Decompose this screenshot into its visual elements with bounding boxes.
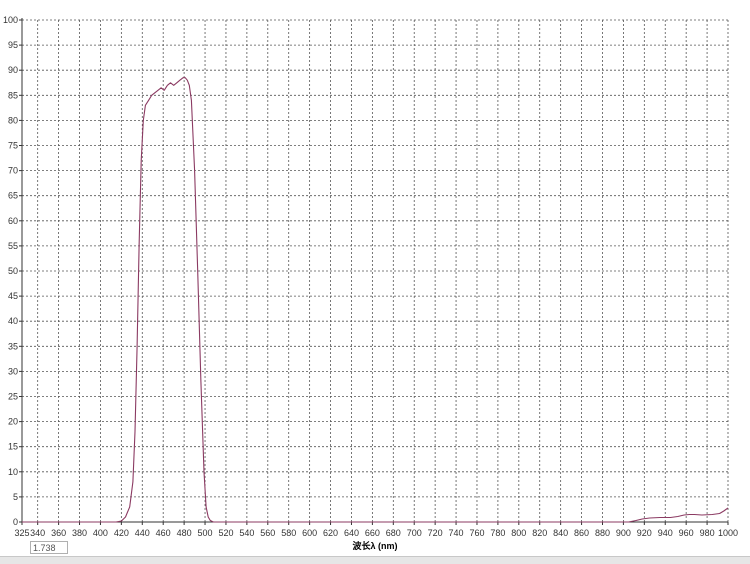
x-tick-label: 700	[407, 528, 422, 538]
y-tick-label: 80	[8, 115, 18, 125]
y-tick-label: 35	[8, 341, 18, 351]
x-tick-label: 760	[469, 528, 484, 538]
x-tick-label: 800	[511, 528, 526, 538]
series-line	[22, 77, 729, 523]
y-tick-label: 60	[8, 216, 18, 226]
x-tick-label: 620	[323, 528, 338, 538]
x-tick-label: 400	[93, 528, 108, 538]
spectrum-chart: 0 5 10 15 20 25 30 35 40 45 50 55 60 65 70 75 80 85 90 95 10…	[3, 15, 738, 551]
x-tick-labels: 325 340 360 380 400 420 440 460 480 500 520 540 560 5…	[14, 528, 738, 538]
x-tick-label: 380	[72, 528, 87, 538]
y-tick-label: 65	[8, 191, 18, 201]
y-tick-label: 10	[8, 467, 18, 477]
x-tick-label: 780	[490, 528, 505, 538]
x-tick-label: 600	[302, 528, 317, 538]
y-tick-label: 85	[8, 90, 18, 100]
grid	[22, 19, 729, 522]
value-readout[interactable]: 1.738	[30, 541, 68, 554]
x-tick-label: 740	[449, 528, 464, 538]
x-tick-label: 440	[135, 528, 150, 538]
x-tick-label: 340	[30, 528, 45, 538]
x-tick-label: 640	[344, 528, 359, 538]
x-tick-label: 960	[679, 528, 694, 538]
x-tick-label: 840	[553, 528, 568, 538]
x-tick-label: 980	[700, 528, 715, 538]
x-tick-label: 360	[51, 528, 66, 538]
x-tick-label: 480	[177, 528, 192, 538]
x-tick-label: 680	[386, 528, 401, 538]
x-tick-label: 720	[428, 528, 443, 538]
x-tick-label: 540	[239, 528, 254, 538]
chart-container: 0 5 10 15 20 25 30 35 40 45 50 55 60 65 70 75 80 85 90 95 10…	[0, 0, 750, 564]
x-tick-label: 820	[532, 528, 547, 538]
y-tick-label: 40	[8, 316, 18, 326]
x-tick-label: 900	[616, 528, 631, 538]
y-tick-label: 90	[8, 65, 18, 75]
x-tick-label: 940	[658, 528, 673, 538]
x-tick-label: 860	[574, 528, 589, 538]
y-tick-label: 100	[3, 15, 18, 25]
x-tick-label: 325	[14, 528, 29, 538]
x-tick-label: 420	[114, 528, 129, 538]
x-tick-label: 660	[365, 528, 380, 538]
y-tick-label: 50	[8, 266, 18, 276]
y-tick-label: 0	[13, 517, 18, 527]
x-tick-label: 920	[637, 528, 652, 538]
y-tick-label: 25	[8, 392, 18, 402]
x-tick-label: 580	[281, 528, 296, 538]
y-tick-label: 15	[8, 442, 18, 452]
y-tick-label: 70	[8, 166, 18, 176]
x-tick-label: 560	[260, 528, 275, 538]
series-layer	[22, 77, 729, 523]
y-tick-label: 75	[8, 141, 18, 151]
y-tick-label: 30	[8, 366, 18, 376]
axes	[19, 18, 729, 525]
y-tick-label: 20	[8, 417, 18, 427]
y-tick-label: 95	[8, 40, 18, 50]
x-tick-label: 1000	[718, 528, 738, 538]
x-tick-label: 880	[595, 528, 610, 538]
y-tick-label: 5	[13, 492, 18, 502]
y-tick-label: 55	[8, 241, 18, 251]
x-tick-label: 460	[156, 528, 171, 538]
x-tick-label: 500	[198, 528, 213, 538]
x-tick-label: 520	[218, 528, 233, 538]
y-tick-label: 45	[8, 291, 18, 301]
x-axis-label: 波长λ (nm)	[352, 540, 397, 551]
y-tick-labels: 0 5 10 15 20 25 30 35 40 45 50 55 60 65 70 75 80 85 90 95 10…	[3, 15, 18, 527]
